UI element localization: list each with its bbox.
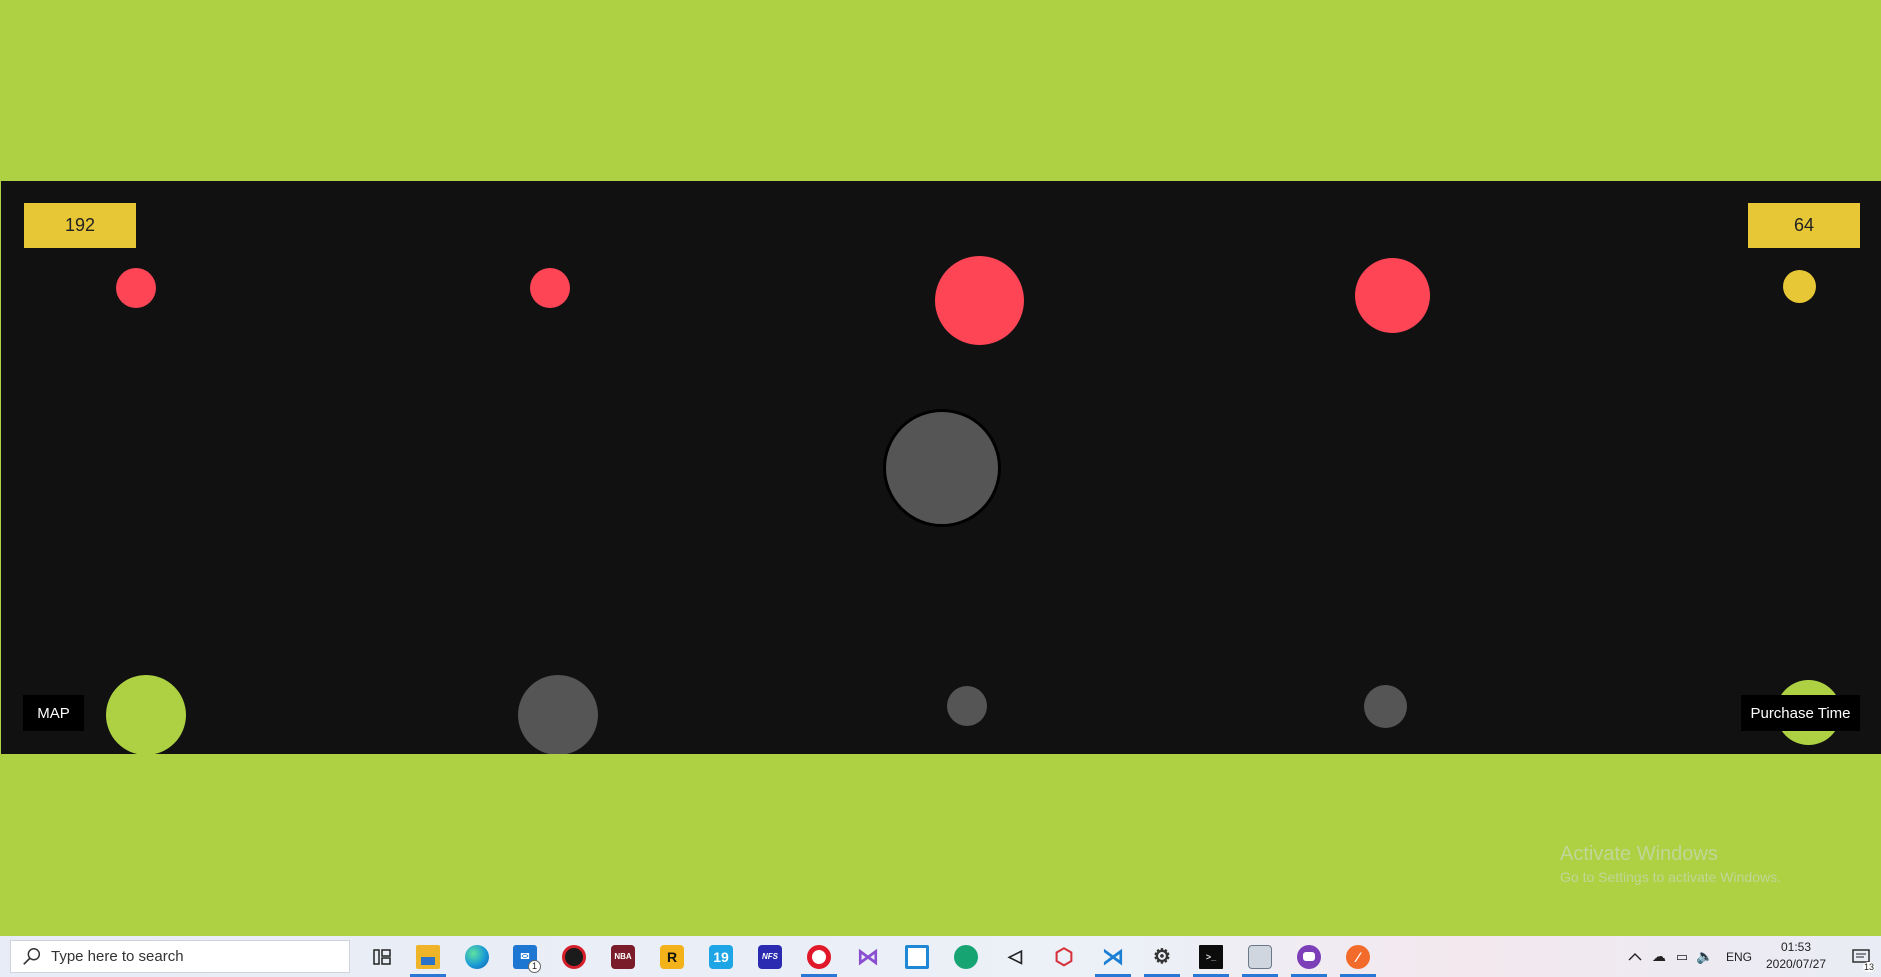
neutral-dot bbox=[518, 675, 598, 754]
clock-date: 2020/07/27 bbox=[1765, 957, 1827, 971]
search-icon bbox=[23, 947, 41, 965]
terminal-icon[interactable]: >_ bbox=[1191, 936, 1231, 977]
player-score-box: 192 bbox=[24, 203, 136, 248]
photos-icon[interactable] bbox=[1240, 936, 1280, 977]
enemy-dot bbox=[116, 268, 156, 308]
visual-studio-icon[interactable]: ⋈ bbox=[848, 936, 888, 977]
enemy-dot-large bbox=[935, 256, 1024, 345]
coin-dot bbox=[1783, 270, 1816, 303]
activate-windows-subtitle: Go to Settings to activate Windows. bbox=[1560, 869, 1781, 885]
neutral-dot-small bbox=[1364, 685, 1407, 728]
enemy-dot-large bbox=[1355, 258, 1430, 333]
onedrive-icon[interactable]: ☁ bbox=[1648, 936, 1670, 977]
notification-count: 13 bbox=[1862, 962, 1875, 972]
ally-dot bbox=[106, 675, 186, 754]
gitkraken-icon[interactable] bbox=[946, 936, 986, 977]
settings-icon[interactable]: ⚙ bbox=[1142, 936, 1182, 977]
activate-windows-title: Activate Windows bbox=[1560, 843, 1718, 865]
map-button[interactable]: MAP bbox=[23, 695, 84, 731]
virtualbox-icon[interactable] bbox=[897, 936, 937, 977]
game-app-icon[interactable]: NBA bbox=[603, 936, 643, 977]
chevron-up-icon[interactable] bbox=[1625, 936, 1645, 977]
mail-badge: 1 bbox=[528, 960, 541, 973]
edge-icon[interactable] bbox=[457, 936, 497, 977]
clock[interactable]: 01:53 2020/07/27 bbox=[1761, 939, 1831, 973]
volume-icon[interactable]: 🔈 bbox=[1693, 936, 1717, 977]
notification-icon[interactable]: 13 bbox=[1847, 936, 1877, 977]
player-ball[interactable] bbox=[883, 409, 1001, 527]
purchase-time-button[interactable]: Purchase Time bbox=[1741, 695, 1860, 731]
top-background-band bbox=[0, 0, 1881, 181]
postman-icon[interactable]: ⁄ bbox=[1338, 936, 1378, 977]
language-indicator[interactable]: ENG bbox=[1721, 936, 1757, 977]
network-icon[interactable]: ▭ bbox=[1671, 936, 1693, 977]
red-app-icon[interactable] bbox=[554, 936, 594, 977]
windows-taskbar: Type here to search ✉ 1 NBA R 19 NFS ⋈ ◁… bbox=[0, 936, 1881, 977]
file-explorer-icon[interactable] bbox=[408, 936, 448, 977]
opera-icon[interactable] bbox=[799, 936, 839, 977]
red-hex-icon[interactable]: ⬡ bbox=[1044, 936, 1084, 977]
enemy-dot bbox=[530, 268, 570, 308]
system-tray: ☁ ▭ 🔈 ENG 01:53 2020/07/27 13 bbox=[1611, 936, 1881, 977]
nfs-icon[interactable]: NFS bbox=[750, 936, 790, 977]
github-desktop-icon[interactable] bbox=[1289, 936, 1329, 977]
vscode-icon[interactable]: ⋊ bbox=[1093, 936, 1133, 977]
opponent-score-box: 64 bbox=[1748, 203, 1860, 248]
game-arena[interactable]: 192 64 MAP Purchase Time bbox=[1, 181, 1881, 754]
fifa19-icon[interactable]: 19 bbox=[701, 936, 741, 977]
rockstar-icon[interactable]: R bbox=[652, 936, 692, 977]
task-view-icon[interactable] bbox=[362, 936, 402, 977]
mail-icon[interactable]: ✉ 1 bbox=[505, 936, 545, 977]
search-placeholder: Type here to search bbox=[51, 948, 184, 965]
clock-time: 01:53 bbox=[1780, 940, 1812, 954]
taskbar-search-box[interactable]: Type here to search bbox=[10, 940, 350, 973]
neutral-dot-small bbox=[947, 686, 987, 726]
unity-icon[interactable]: ◁ bbox=[995, 936, 1035, 977]
